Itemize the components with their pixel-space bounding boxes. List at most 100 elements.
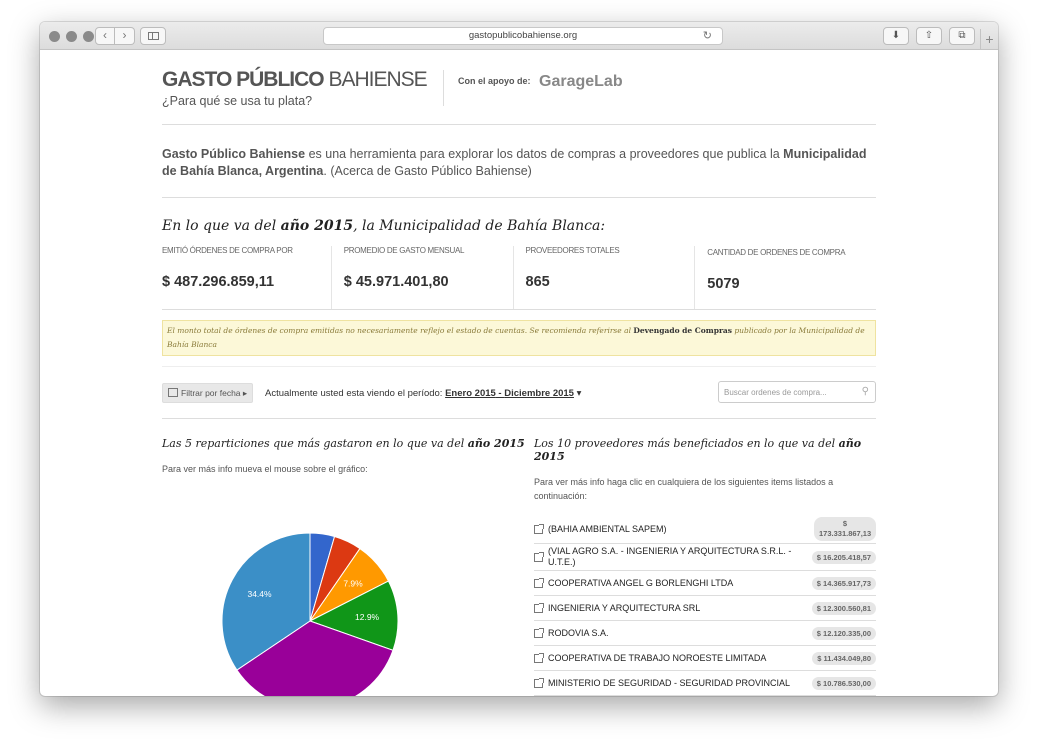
- pie-slice-label: 34.4%: [247, 589, 272, 599]
- providers-hint: Para ver más info haga clic en cualquier…: [534, 477, 834, 501]
- providers-title: Los 10 proveedores más beneficiados en l…: [534, 437, 876, 463]
- provider-amount-badge: $ 14.365.917,73: [811, 576, 876, 590]
- download-button[interactable]: ⬇: [883, 27, 909, 45]
- notice-text: El monto total de órdenes de compra emit…: [167, 326, 634, 335]
- departments-section: Las 5 reparticiones que más gastaron en …: [162, 437, 534, 696]
- stat-value: 5079: [707, 276, 740, 292]
- browser-toolbar: ‹ › gastopublicobahiense.org ↻ ⬇ ⇧ ⧉ +: [40, 22, 998, 50]
- close-window-button[interactable]: [49, 31, 60, 42]
- date-filter-label: Filtrar por fecha: [181, 388, 241, 398]
- stat-total-orders: Emitió órdenes de compra por $ 487.296.8…: [162, 246, 332, 309]
- departments-pie-chart[interactable]: 7.9% 12.9% 34.4%: [222, 533, 398, 696]
- period-label: Actualmente usted esta viendo el período…: [265, 388, 443, 399]
- about-link[interactable]: . (Acerca de Gasto Público Bahiense): [323, 164, 531, 178]
- provider-row[interactable]: COOPERATIVA DE TRABAJO NOROESTE LIMITADA…: [534, 646, 876, 671]
- stat-value: $ 487.296.859,11: [162, 274, 275, 290]
- devengado-link[interactable]: Devengado de Compras: [633, 326, 732, 335]
- intro-text: es una herramienta para explorar los dat…: [305, 147, 784, 161]
- provider-row[interactable]: INGENIERIA Y ARQUITECTURA SRL $ 12.300.5…: [534, 596, 876, 621]
- provider-name-text: RODOVIA S.A.: [548, 627, 609, 638]
- provider-name: COOPERATIVA ANGEL G BORLENGHI LTDA: [534, 577, 804, 589]
- provider-amount-badge: $ 173.331.867,13: [814, 517, 876, 541]
- filter-bar: Filtrar por fecha ▸ Actualmente usted es…: [162, 367, 876, 419]
- stats-title: En lo que va del año 2015, la Municipali…: [162, 218, 876, 234]
- share-button[interactable]: ⇧: [916, 27, 942, 45]
- site-title-light: BAHIENSE: [323, 68, 427, 91]
- search-icon[interactable]: ⚲: [862, 386, 869, 397]
- provider-name-text: COOPERATIVA ANGEL G BORLENGHI LTDA: [548, 577, 734, 588]
- departments-title: Las 5 reparticiones que más gastaron en …: [162, 437, 534, 450]
- browser-window: ‹ › gastopublicobahiense.org ↻ ⬇ ⇧ ⧉ + G…: [40, 22, 998, 696]
- departments-title-year: año 2015: [467, 437, 525, 450]
- site-title-bold: GASTO PÚBLICO: [162, 68, 325, 91]
- header-divider: [443, 70, 444, 106]
- site-title[interactable]: GASTO PÚBLICO BAHIENSE: [162, 68, 428, 92]
- sidebar-toggle-button[interactable]: [140, 27, 166, 45]
- page-content: GASTO PÚBLICO BAHIENSE ¿Para qué se usa …: [162, 50, 876, 696]
- date-filter-button[interactable]: Filtrar por fecha ▸: [162, 383, 254, 403]
- search-input[interactable]: Buscar ordenes de compra... ⚲: [718, 381, 876, 403]
- pie-slice-label: 12.9%: [355, 612, 380, 622]
- support-label: Con el apoyo de:: [458, 76, 531, 86]
- provider-name-text: (VIAL AGRO S.A. - INGENIERIA Y ARQUITECT…: [548, 546, 792, 567]
- stat-order-count: Cantidad de ordenes de compra 5079: [695, 246, 876, 309]
- address-bar[interactable]: gastopublicobahiense.org ↻: [323, 27, 723, 45]
- main-columns: Las 5 reparticiones que más gastaron en …: [162, 437, 876, 696]
- provider-row[interactable]: RODOVIA S.A. $ 12.120.335,00: [534, 621, 876, 646]
- new-tab-button[interactable]: +: [980, 29, 998, 50]
- sponsor-logo[interactable]: GarageLab: [539, 73, 623, 91]
- provider-amount-badge: $ 16.205.418,57: [811, 550, 876, 564]
- window-controls: [49, 31, 94, 42]
- period-from: Enero 2015: [445, 388, 496, 399]
- provider-name: MINISTERIO DE SEGURIDAD - SEGURIDAD PROV…: [534, 677, 804, 689]
- search-placeholder: Buscar ordenes de compra...: [724, 388, 827, 397]
- intro-app-name: Gasto Público Bahiense: [162, 147, 306, 161]
- stat-label: Promedio de gasto mensual: [343, 246, 465, 255]
- stat-label: Proveedores totales: [525, 246, 620, 255]
- stat-label: Cantidad de ordenes de compra: [707, 248, 846, 257]
- intro-paragraph: Gasto Público Bahiense es una herramient…: [162, 125, 876, 198]
- provider-name: INGENIERIA Y ARQUITECTURA SRL: [534, 602, 804, 614]
- provider-name-text: (BAHIA AMBIENTAL SAPEM): [548, 523, 667, 534]
- provider-name-text: COOPERATIVA DE TRABAJO NOROESTE LIMITADA: [548, 652, 767, 663]
- zoom-window-button[interactable]: [83, 31, 94, 42]
- stats-row: Emitió órdenes de compra por $ 487.296.8…: [162, 246, 876, 310]
- provider-row[interactable]: MINISTERIO DE SEGURIDAD - SEGURIDAD PROV…: [534, 671, 876, 696]
- providers-section: Los 10 proveedores más beneficiados en l…: [534, 437, 876, 696]
- stat-monthly-average: Promedio de gasto mensual $ 45.971.401,8…: [332, 246, 514, 309]
- provider-row[interactable]: COOPERATIVA ANGEL G BORLENGHI LTDA $ 14.…: [534, 571, 876, 596]
- stats-title-year: año 2015: [280, 218, 354, 234]
- forward-button[interactable]: ›: [115, 27, 135, 45]
- provider-amount-badge: $ 12.120.335,00: [811, 626, 876, 640]
- provider-row[interactable]: (VIAL AGRO S.A. - INGENIERIA Y ARQUITECT…: [534, 544, 876, 571]
- back-button[interactable]: ‹: [95, 27, 115, 45]
- stat-total-providers: Proveedores totales 865: [514, 246, 696, 309]
- provider-amount-badge: $ 10.786.530,00: [811, 676, 876, 690]
- external-link-icon: [534, 523, 544, 534]
- period-text: Actualmente usted esta viendo el período…: [265, 388, 581, 399]
- sidebar-icon: [148, 32, 159, 40]
- provider-name: (VIAL AGRO S.A. - INGENIERIA Y ARQUITECT…: [534, 546, 804, 568]
- site-header: GASTO PÚBLICO BAHIENSE ¿Para qué se usa …: [162, 50, 876, 125]
- caret-down-icon[interactable]: ▾: [577, 388, 582, 399]
- external-link-icon: [534, 677, 544, 688]
- stat-value: 865: [525, 274, 550, 290]
- tabs-button[interactable]: ⧉: [949, 27, 975, 45]
- provider-row[interactable]: (BAHIA AMBIENTAL SAPEM) $ 173.331.867,13: [534, 515, 876, 544]
- period-separator: -: [495, 388, 505, 399]
- reload-icon[interactable]: ↻: [703, 28, 712, 44]
- providers-list: (BAHIA AMBIENTAL SAPEM) $ 173.331.867,13…: [534, 515, 876, 696]
- provider-name-text: MINISTERIO DE SEGURIDAD - SEGURIDAD PROV…: [548, 677, 791, 688]
- external-link-icon: [534, 602, 544, 613]
- provider-name-text: INGENIERIA Y ARQUITECTURA SRL: [548, 602, 701, 613]
- departments-title-pre: Las 5 reparticiones que más gastaron en …: [162, 437, 468, 450]
- calendar-icon: [168, 388, 178, 397]
- period-to: Diciembre 2015: [504, 388, 574, 399]
- site-subtitle: ¿Para qué se usa tu plata?: [162, 94, 313, 108]
- stat-value: $ 45.971.401,80: [343, 274, 449, 290]
- stats-title-pre: En lo que va del: [162, 218, 281, 234]
- stats-title-post: , la Municipalidad de Bahía Blanca:: [353, 218, 606, 234]
- stat-label: Emitió órdenes de compra por: [162, 246, 293, 255]
- period-dropdown[interactable]: Enero 2015 - Diciembre 2015: [445, 388, 574, 399]
- minimize-window-button[interactable]: [66, 31, 77, 42]
